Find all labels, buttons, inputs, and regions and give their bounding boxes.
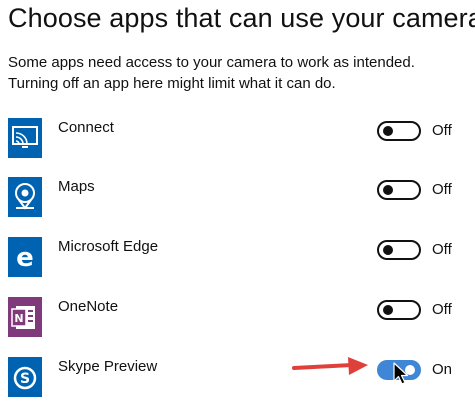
annotation-arrow-icon [292, 357, 368, 375]
maps-icon [8, 177, 42, 217]
app-name: Microsoft Edge [58, 238, 159, 255]
page-title: Choose apps that can use your camera [8, 3, 475, 33]
app-name: OneNote [58, 298, 119, 315]
app-name: Maps [58, 178, 95, 195]
description-line-2: Turning off an app here might limit what… [8, 75, 336, 92]
svg-text:e: e [16, 243, 34, 273]
toggle-knob [383, 245, 393, 255]
app-name: Connect [58, 119, 114, 136]
toggle-state-label: Off [432, 241, 452, 258]
connect-camera-toggle[interactable] [377, 121, 421, 141]
page-description: Some apps need access to your camera to … [8, 52, 415, 94]
toggle-state-label: Off [432, 122, 452, 139]
toggle-knob [383, 305, 393, 315]
svg-text:N: N [14, 312, 23, 325]
description-line-1: Some apps need access to your camera to … [8, 54, 415, 71]
toggle-knob [383, 185, 393, 195]
edge-icon: e [8, 237, 42, 277]
app-row-microsoft-edge: e Microsoft Edge Off [0, 237, 475, 281]
app-row-maps: Maps Off [0, 177, 475, 221]
app-row-connect: Connect Off [0, 118, 475, 162]
onenote-camera-toggle[interactable] [377, 300, 421, 320]
edge-camera-toggle[interactable] [377, 240, 421, 260]
maps-camera-toggle[interactable] [377, 180, 421, 200]
app-row-onenote: N OneNote Off [0, 297, 475, 341]
toggle-state-label: Off [432, 301, 452, 318]
svg-text:S: S [20, 371, 30, 387]
toggle-state-label: On [432, 361, 453, 378]
onenote-icon: N [8, 297, 42, 337]
app-name: Skype Preview [58, 358, 158, 375]
toggle-knob [383, 126, 393, 136]
skype-icon: S [8, 357, 42, 397]
toggle-state-label: Off [432, 181, 452, 198]
mouse-cursor-icon [393, 362, 409, 385]
connect-icon [8, 118, 42, 158]
